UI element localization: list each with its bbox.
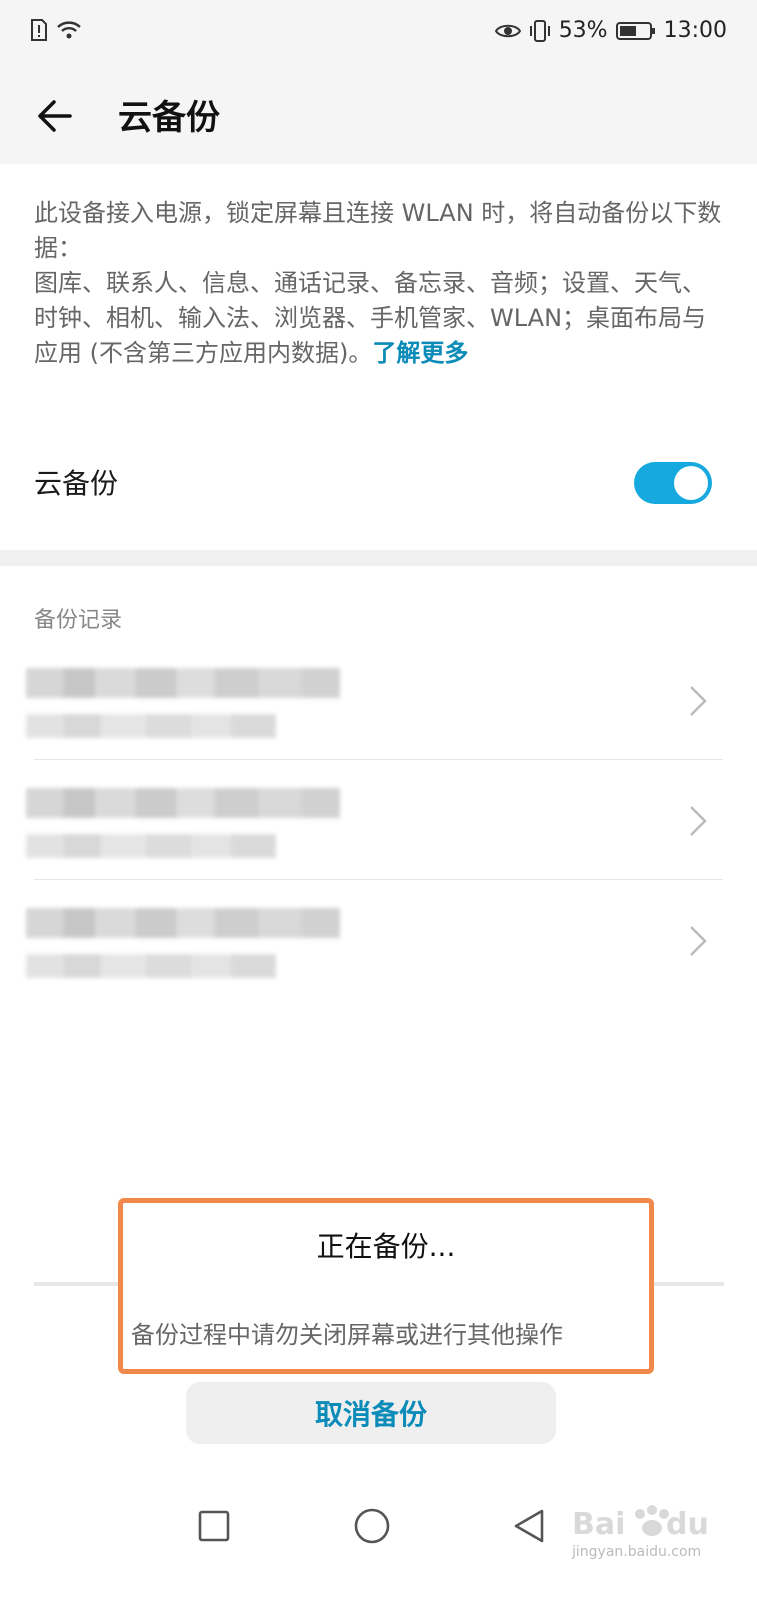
back-nav-button[interactable]	[510, 1506, 550, 1546]
cloud-backup-switch[interactable]	[634, 462, 712, 504]
cloud-backup-row[interactable]: 云备份	[0, 448, 757, 518]
dialog-message: 备份过程中请勿关闭屏幕或进行其他操作	[131, 1321, 563, 1349]
chevron-right-icon	[690, 806, 707, 836]
chevron-right-icon	[690, 686, 707, 716]
redacted-record-detail	[26, 834, 276, 858]
backup-records-title: 备份记录	[34, 608, 123, 633]
redacted-record-detail	[26, 954, 276, 978]
dialog-title: 正在备份...	[316, 1230, 456, 1263]
svg-text:du: du	[666, 1507, 709, 1542]
page-title: 云备份	[118, 98, 220, 138]
back-button[interactable]	[30, 88, 86, 144]
backup-record-item[interactable]	[0, 760, 757, 880]
redacted-record-name	[26, 908, 340, 938]
svg-text:Bai: Bai	[572, 1507, 625, 1542]
cloud-backup-label: 云备份	[34, 467, 119, 500]
status-bar: 53% 13:00	[0, 0, 757, 64]
switch-knob	[674, 466, 708, 500]
cancel-backup-button[interactable]: 取消备份	[186, 1382, 556, 1444]
redacted-record-name	[26, 668, 340, 698]
battery-percent: 53%	[558, 18, 608, 43]
triangle-back-icon	[514, 1509, 544, 1543]
backup-record-item[interactable]	[0, 640, 757, 760]
backup-description: 此设备接入电源，锁定屏幕且连接 WLAN 时，将自动备份以下数据： 图库、联系人…	[34, 196, 724, 371]
wifi-icon	[56, 19, 82, 41]
battery-icon	[615, 20, 656, 42]
status-left	[30, 18, 82, 42]
status-right: 53% 13:00	[494, 18, 727, 43]
clock: 13:00	[663, 18, 727, 43]
section-divider	[0, 550, 757, 566]
chevron-right-icon	[690, 926, 707, 956]
eye-comfort-icon	[494, 22, 521, 40]
vibrate-icon	[529, 19, 551, 43]
sim-alert-icon	[30, 18, 48, 42]
backup-record-item[interactable]	[0, 880, 757, 1000]
redacted-record-detail	[26, 714, 276, 738]
square-icon	[198, 1510, 230, 1542]
back-arrow-icon	[38, 100, 72, 132]
baidu-jingyan-watermark: Bai du jingyan.baidu.com	[572, 1500, 722, 1560]
app-header: 云备份	[0, 64, 757, 164]
backup-progress-dialog: 正在备份... 备份过程中请勿关闭屏幕或进行其他操作	[118, 1198, 654, 1374]
watermark-text: jingyan.baidu.com	[572, 1544, 702, 1560]
baidu-logo-icon: Bai du	[572, 1505, 709, 1542]
recent-apps-button[interactable]	[194, 1506, 234, 1546]
home-button[interactable]	[352, 1506, 392, 1546]
redacted-record-name	[26, 788, 340, 818]
learn-more-link[interactable]: 了解更多	[372, 339, 468, 367]
backup-records-list	[0, 640, 757, 1000]
circle-icon	[354, 1508, 390, 1544]
